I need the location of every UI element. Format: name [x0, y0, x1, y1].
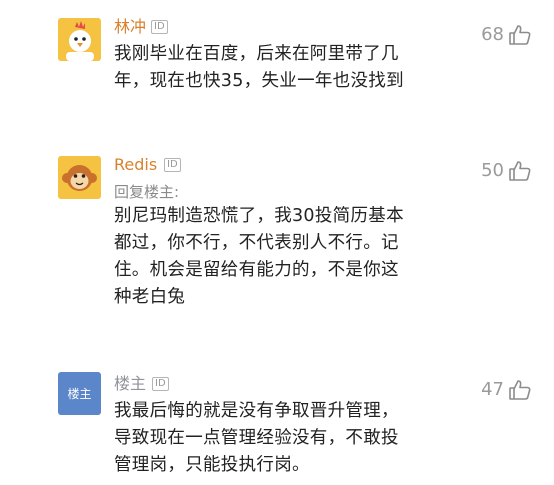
like-count: 50: [481, 160, 504, 181]
comment-line: 我最后悔的就是没有争取晋升管理，: [114, 401, 399, 421]
like-button[interactable]: 50: [481, 159, 532, 183]
monkey-icon: [58, 156, 101, 199]
username[interactable]: Redis: [114, 155, 157, 175]
like-count: 47: [481, 379, 504, 400]
avatar[interactable]: [58, 18, 101, 61]
comment-line: 年，现在也快35，失业一年也没找到: [114, 71, 404, 91]
thumbs-up-icon: [509, 380, 531, 400]
like-button[interactable]: 68: [481, 23, 532, 47]
avatar[interactable]: [58, 156, 101, 199]
username[interactable]: 林冲: [114, 17, 146, 37]
thumbs-up-icon: [509, 25, 531, 45]
username[interactable]: 楼主: [114, 374, 146, 394]
comment-line: 我刚毕业在百度，后来在阿里带了几: [114, 44, 399, 64]
comment-line: 都过，你不行，不代表别人不行。记: [114, 233, 399, 253]
reply-to-label: 回复楼主:: [114, 183, 180, 201]
comment-text: 我最后悔的就是没有争取晋升管理， 导致现在一点管理经验没有，不敢投 管理岗，只能…: [114, 398, 434, 479]
comment-text: 别尼玛制造恐慌了，我30投简历基本 都过，你不行，不代表别人不行。记 住。机会是…: [114, 203, 434, 311]
comment-line: 住。机会是留给有能力的，不是你这: [114, 260, 399, 280]
comment-text: 我刚毕业在百度，后来在阿里带了几 年，现在也快35，失业一年也没找到: [114, 41, 434, 95]
id-badge: ID: [152, 377, 169, 391]
thumbs-up-icon: [509, 161, 531, 181]
avatar-label: 楼主: [67, 387, 92, 401]
id-badge: ID: [151, 20, 168, 34]
comment-line: 管理岗，只能投执行岗。: [114, 455, 310, 475]
like-button[interactable]: 47: [481, 378, 532, 402]
comment-line: 种老白兔: [114, 287, 186, 307]
like-count: 68: [481, 24, 504, 45]
avatar[interactable]: 楼主: [58, 372, 101, 415]
id-badge: ID: [164, 158, 181, 172]
chick-icon: [58, 18, 101, 61]
comment-line: 导致现在一点管理经验没有，不敢投: [114, 428, 399, 448]
comment-line: 别尼玛制造恐慌了，我30投简历基本: [114, 206, 404, 226]
